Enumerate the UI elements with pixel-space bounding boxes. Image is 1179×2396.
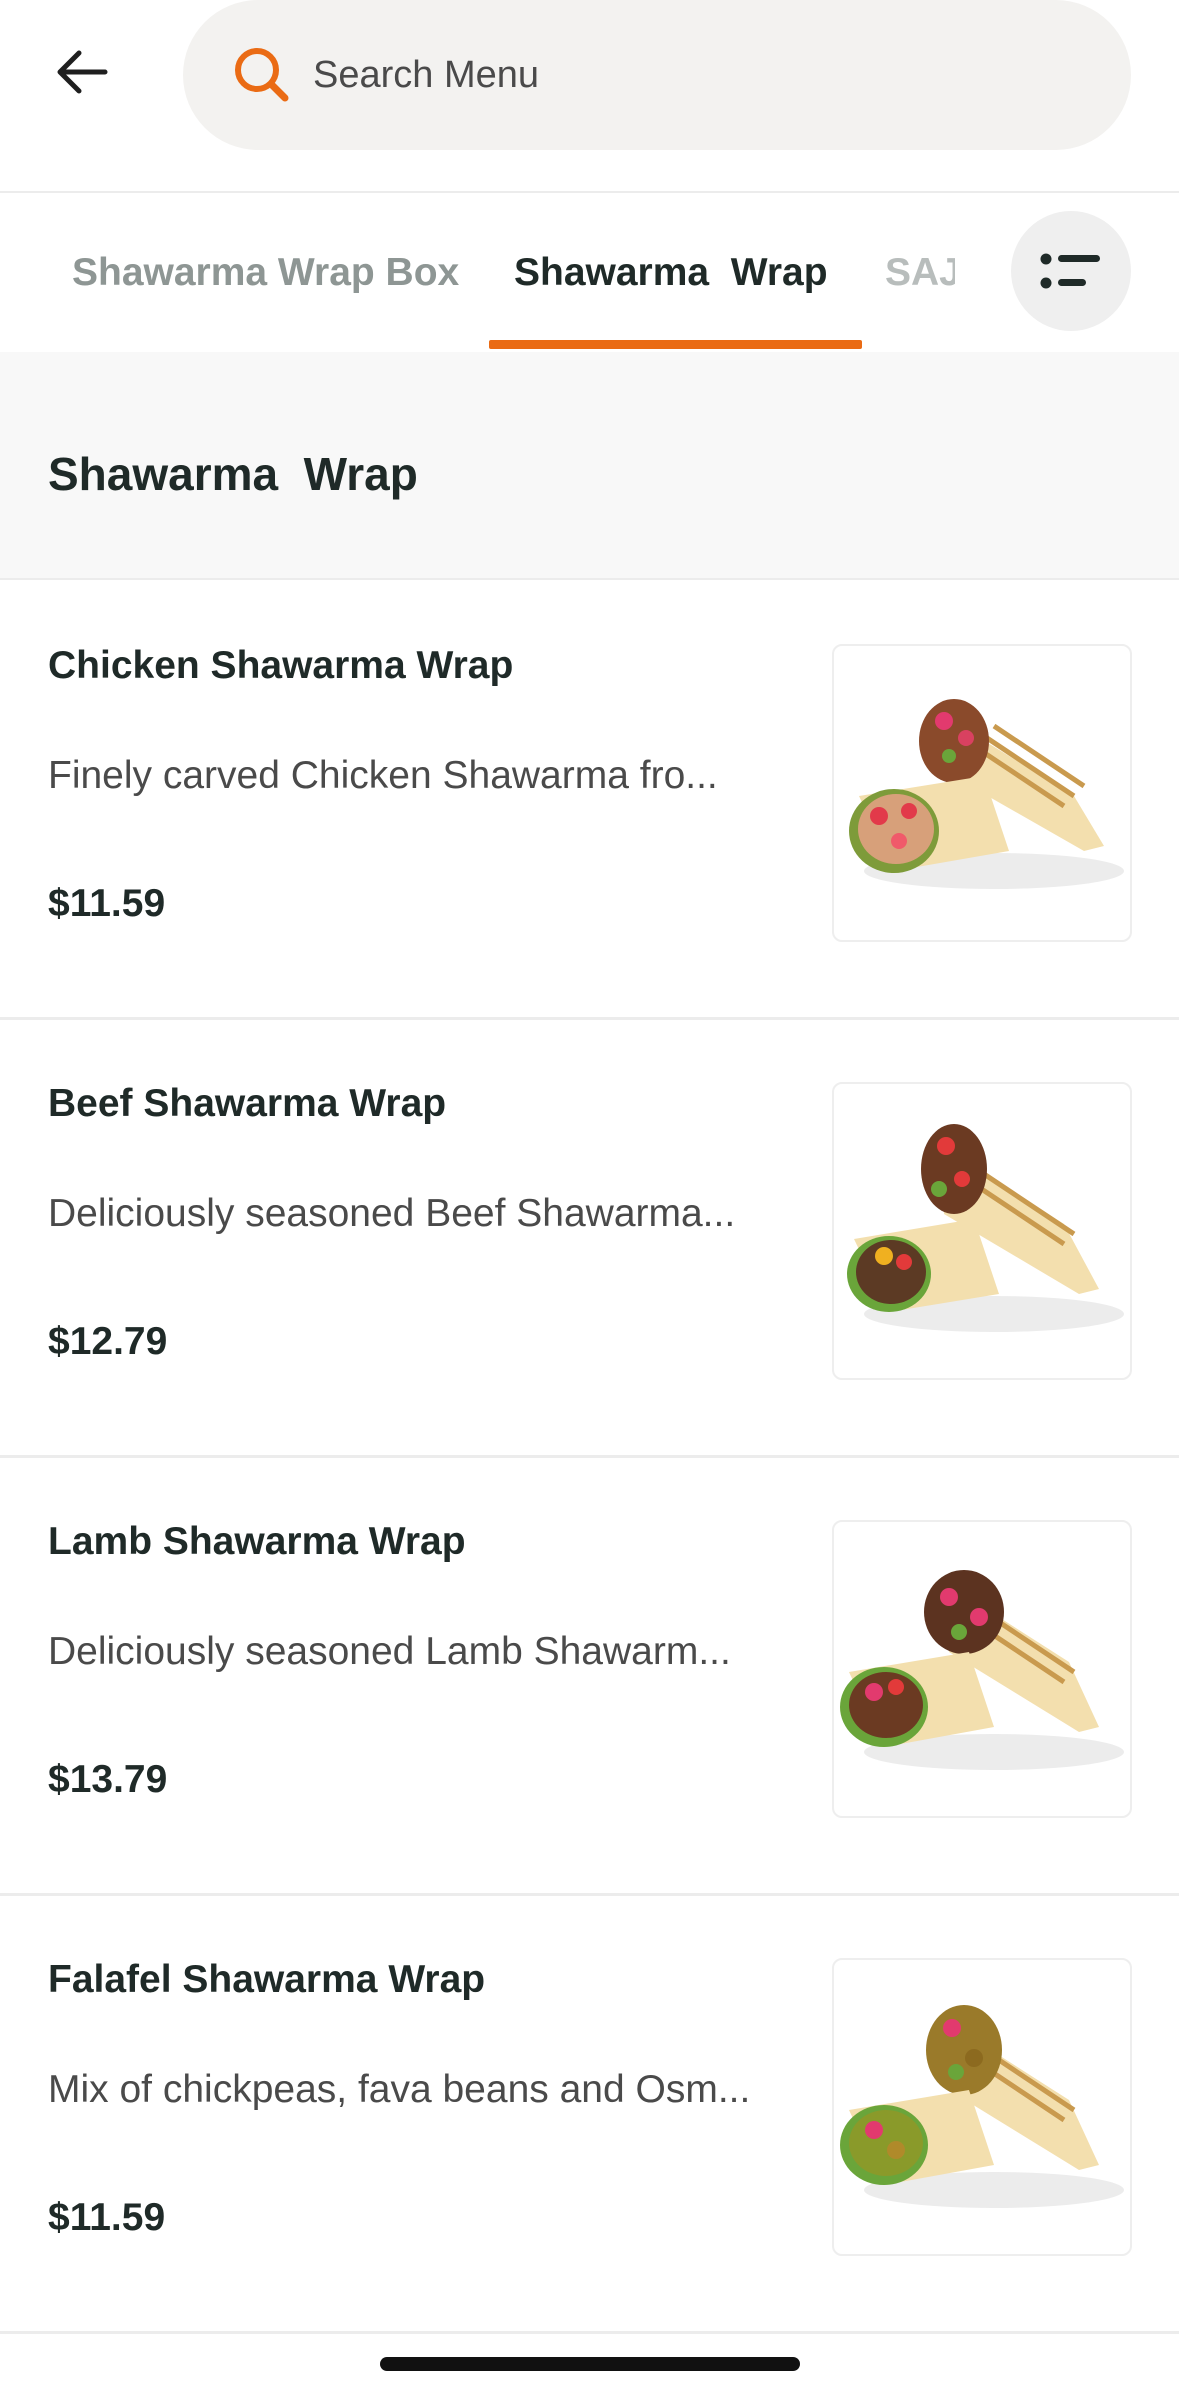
section-header: Shawarma Wrap bbox=[0, 352, 1179, 580]
item-price: $12.79 bbox=[48, 1320, 168, 1363]
category-list-button[interactable] bbox=[1011, 211, 1131, 331]
arrow-left-icon bbox=[57, 50, 108, 94]
item-price: $13.79 bbox=[48, 1758, 168, 1801]
menu-item[interactable]: Beef Shawarma Wrap Deliciously seasoned … bbox=[0, 1020, 1179, 1458]
lamb-shawarma-wrap-image[interactable] bbox=[832, 1520, 1132, 1818]
item-name: Beef Shawarma Wrap bbox=[48, 1082, 447, 1125]
active-tab-indicator bbox=[489, 340, 862, 349]
section-title: Shawarma Wrap bbox=[48, 448, 418, 500]
list-icon bbox=[1040, 253, 1100, 289]
tab-shawarma-wrap[interactable]: Shawarma Wrap bbox=[514, 195, 828, 350]
chicken-shawarma-wrap-image[interactable] bbox=[832, 644, 1132, 942]
search-input[interactable]: Search Menu bbox=[183, 0, 1131, 150]
item-name: Lamb Shawarma Wrap bbox=[48, 1520, 466, 1563]
search-placeholder: Search Menu bbox=[313, 54, 540, 96]
search-icon bbox=[235, 48, 289, 102]
item-description: Finely carved Chicken Shawarma fro... bbox=[48, 754, 718, 797]
home-indicator[interactable] bbox=[380, 2357, 800, 2371]
menu-item[interactable]: Falafel Shawarma Wrap Mix of chickpeas, … bbox=[0, 1896, 1179, 2334]
item-name: Chicken Shawarma Wrap bbox=[48, 644, 514, 687]
item-price: $11.59 bbox=[48, 882, 166, 925]
beef-shawarma-wrap-image[interactable] bbox=[832, 1082, 1132, 1380]
top-bar: Search Menu bbox=[0, 0, 1179, 193]
back-button[interactable] bbox=[50, 40, 114, 104]
tab-saj[interactable]: SAJ bbox=[885, 195, 955, 350]
item-description: Mix of chickpeas, fava beans and Osm... bbox=[48, 2068, 751, 2111]
menu-item[interactable]: Chicken Shawarma Wrap Finely carved Chic… bbox=[0, 582, 1179, 1020]
category-tabs: Shawarma Wrap Box Shawarma Wrap SAJ bbox=[0, 195, 1179, 350]
item-description: Deliciously seasoned Beef Shawarma... bbox=[48, 1192, 736, 1235]
item-description: Deliciously seasoned Lamb Shawarm... bbox=[48, 1630, 731, 1673]
item-price: $11.59 bbox=[48, 2196, 166, 2239]
falafel-shawarma-wrap-image[interactable] bbox=[832, 1958, 1132, 2256]
menu-item[interactable]: Lamb Shawarma Wrap Deliciously seasoned … bbox=[0, 1458, 1179, 1896]
item-name: Falafel Shawarma Wrap bbox=[48, 1958, 486, 2001]
tab-shawarma-wrap-box[interactable]: Shawarma Wrap Box bbox=[72, 195, 459, 350]
